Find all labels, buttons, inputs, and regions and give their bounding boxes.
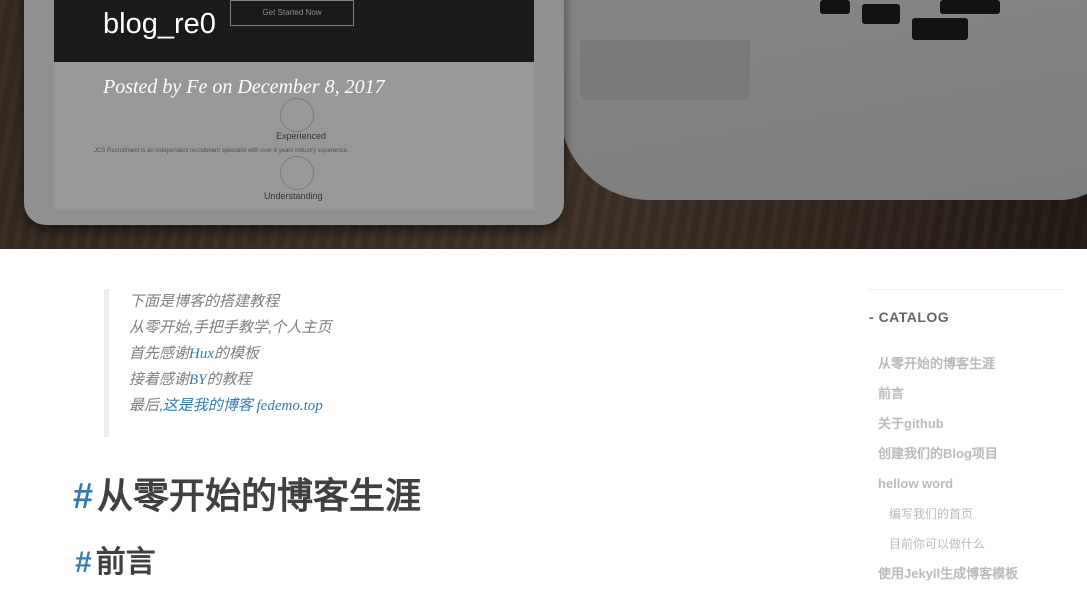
quote-text: 最后, [129,398,163,414]
quote-line: 首先感谢Hux的模板 [129,341,629,367]
sidebar-divider [869,289,1064,290]
section-heading-h1: # 从零开始的博客生涯 [73,467,421,519]
quote-line: 最后,这是我的博客 fedemo.top [129,393,629,419]
intro-blockquote: 下面是博客的搭建教程 从零开始,手把手教学,个人主页 首先感谢Hux的模板 接着… [104,289,629,437]
quote-text: 的教程 [206,372,252,388]
post-meta: Posted by Fe on December 8, 2017 [103,76,385,98]
catalog-item[interactable]: 创建我们的Blog项目 [869,443,1064,473]
hux-link[interactable]: Hux [189,346,214,362]
collapse-dash-icon: - [869,309,879,325]
heading-text: 前言 [95,546,156,579]
my-blog-link[interactable]: 这是我的博客 fedemo.top [163,398,323,414]
by-link[interactable]: BY [189,372,207,388]
catalog-item[interactable]: 从零开始的博客生涯 [869,353,1064,383]
heading-text: 从零开始的博客生涯 [97,475,422,516]
anchor-hash-icon[interactable]: # [73,475,93,516]
anchor-hash-icon[interactable]: # [75,546,92,579]
post-header-hero: Get Started Now Experienced JCS Recruitm… [0,0,1087,249]
catalog-item[interactable]: 前言 [869,383,1064,413]
catalog-subitem[interactable]: 编写我们的首页 [869,503,1064,533]
quote-text: 首先感谢 [129,346,190,362]
quote-line: 从零开始,手把手教学,个人主页 [129,320,332,336]
catalog-list: 从零开始的博客生涯 前言 关于github 创建我们的Blog项目 hellow… [869,353,1064,593]
quote-line: 接着感谢BY的教程 [129,367,629,393]
catalog-item[interactable]: 使用Jekyll生成博客模板 [869,563,1064,593]
quote-line: 下面是博客的搭建教程 [129,294,280,310]
quote-text: 的模板 [214,346,260,362]
quote-text: 接着感谢 [129,372,190,388]
catalog-sidebar: - CATALOG 从零开始的博客生涯 前言 关于github 创建我们的Blo… [869,289,1064,581]
section-heading-h2: # 前言 [75,537,156,581]
catalog-toggle[interactable]: - CATALOG [869,309,949,325]
post-title: blog_re0 [103,8,216,40]
catalog-title: CATALOG [878,309,950,325]
catalog-item[interactable]: 关于github [869,413,1064,443]
catalog-item[interactable]: hellow word [869,473,1064,503]
catalog-subitem[interactable]: 目前你可以做什么 [869,533,1064,563]
